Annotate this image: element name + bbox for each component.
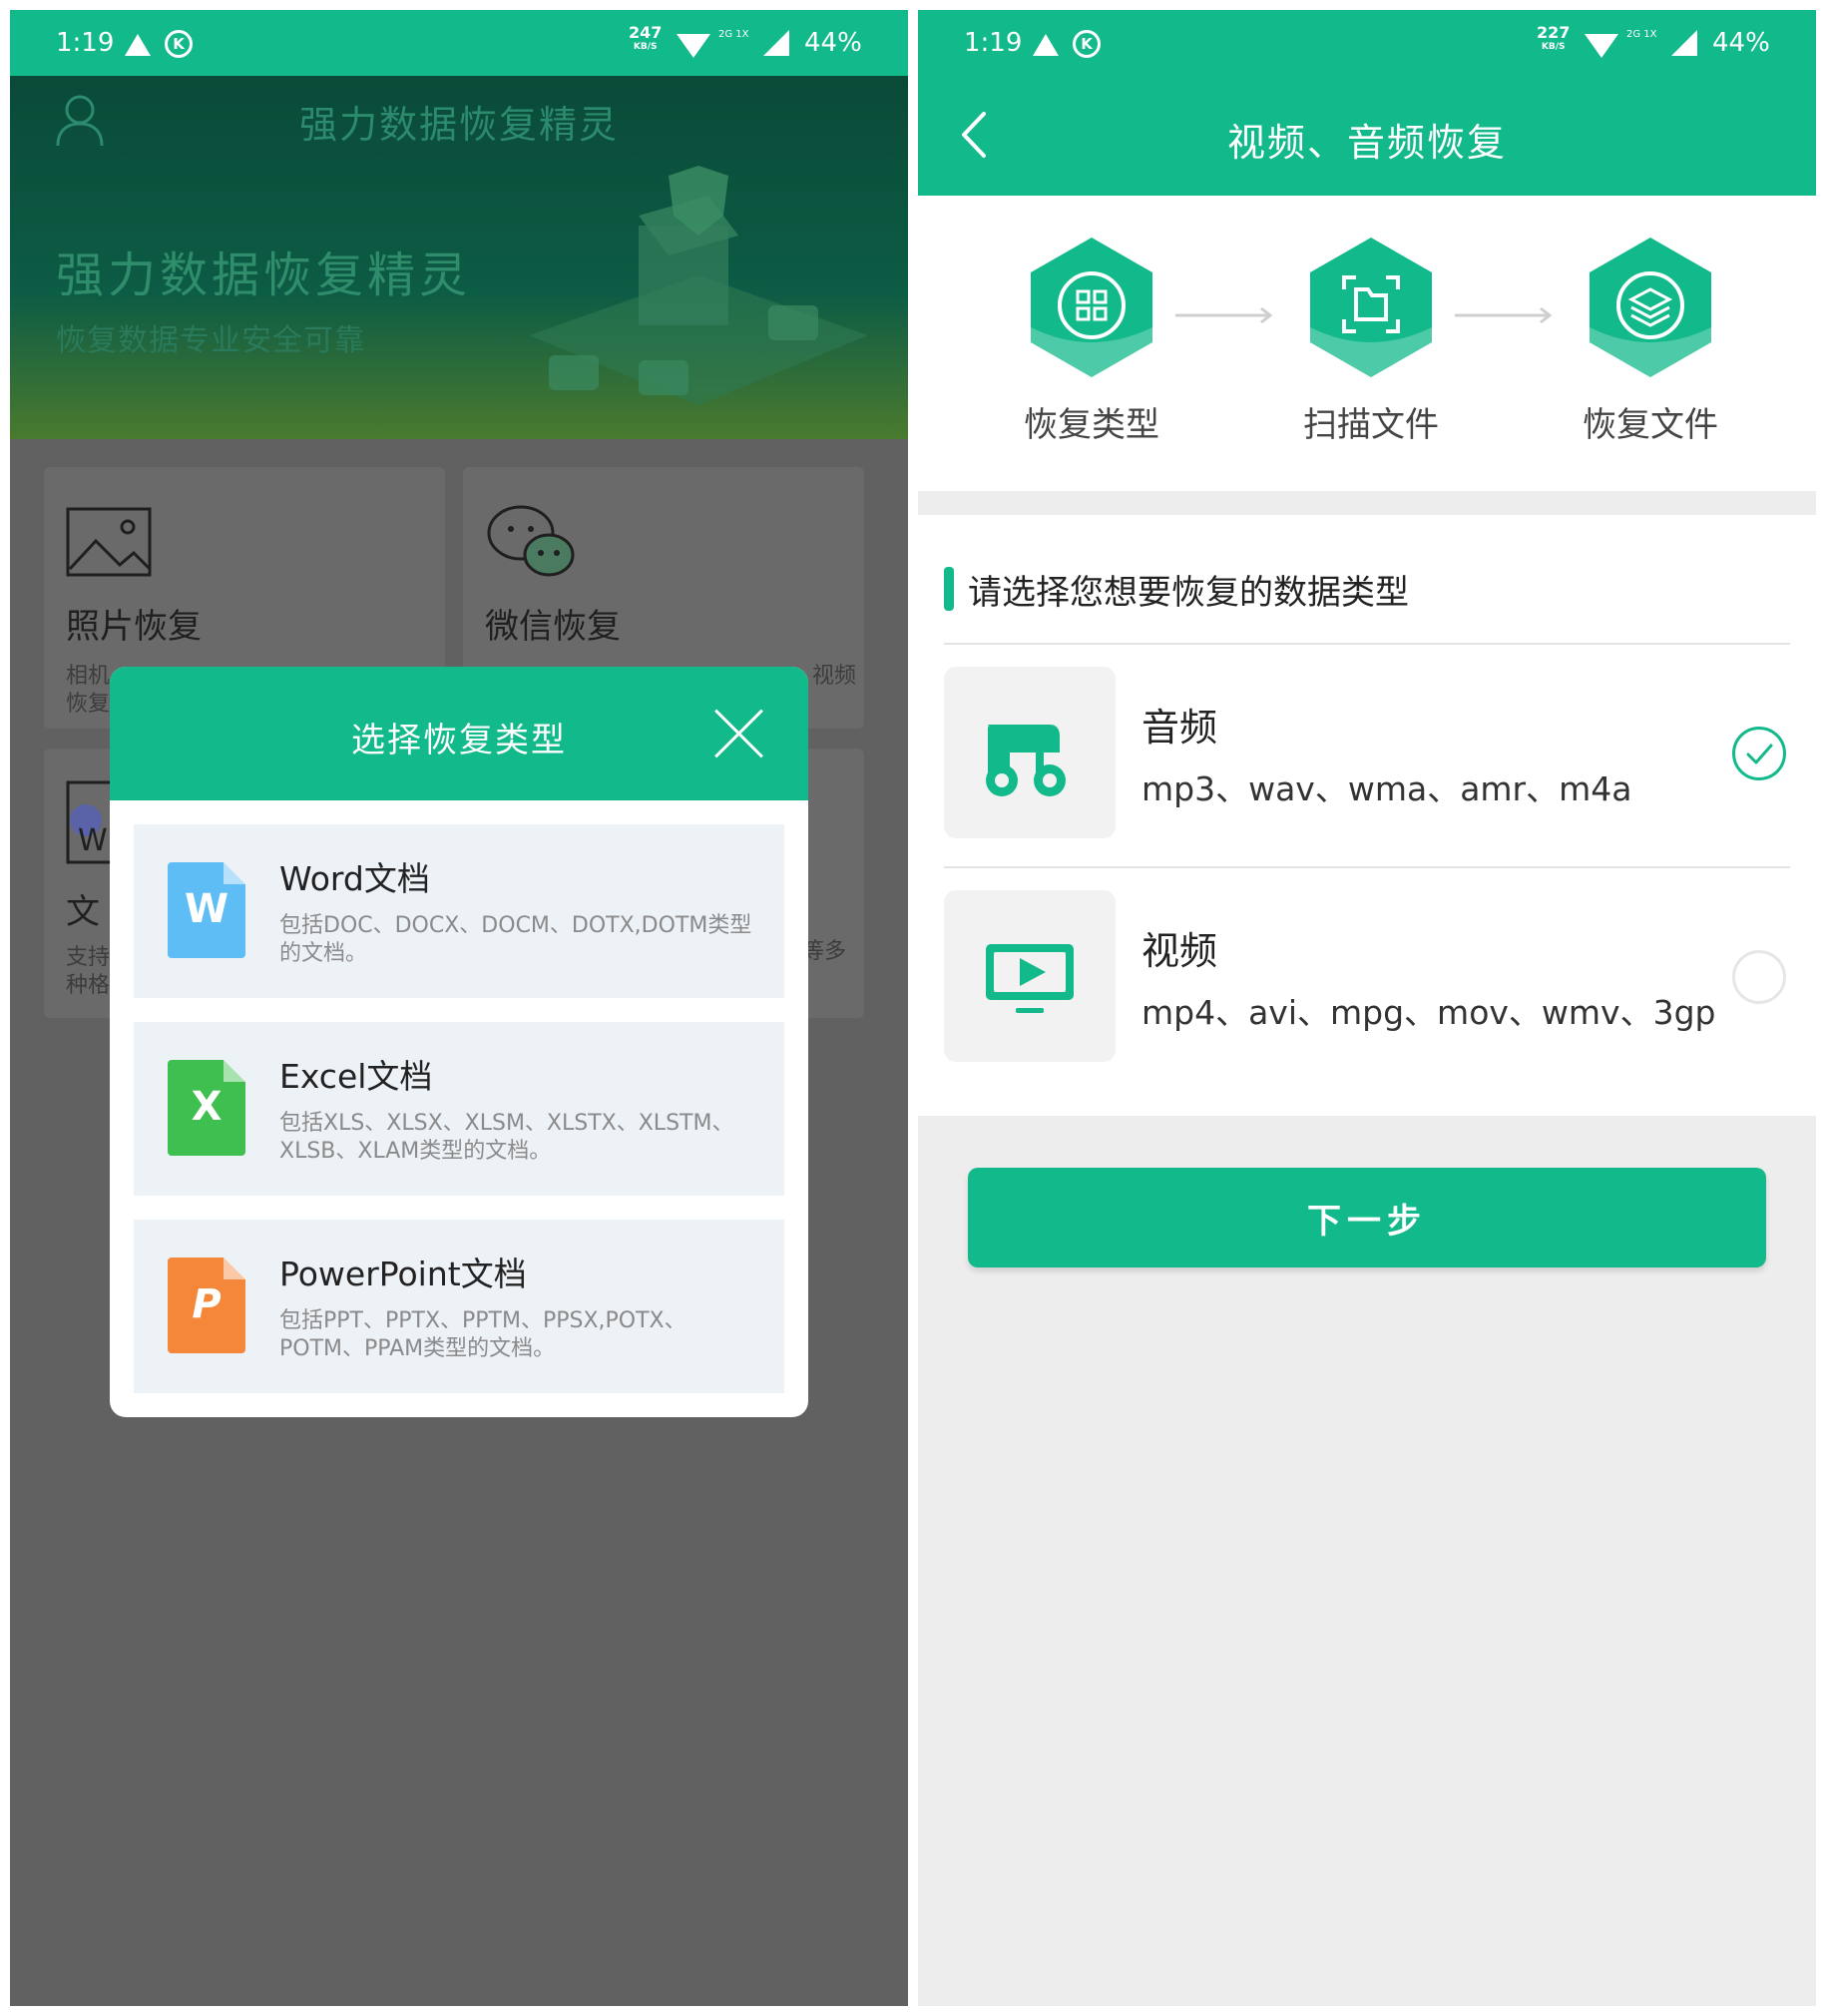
select-recovery-type-dialog: 选择恢复类型 W Word文档 包括DOC、DOCX、DOCM、DOTX,DOT…: [110, 667, 808, 1417]
option-formats: mp3、wav、wma、amr、m4a: [1141, 769, 1632, 808]
wechat-icon: [487, 505, 575, 577]
audio-thumb: [944, 667, 1116, 838]
alert-icon: [1033, 34, 1059, 56]
doc-type-name: Excel文档: [279, 1057, 433, 1096]
doc-type-word[interactable]: W Word文档 包括DOC、DOCX、DOCM、DOTX,DOTM类型的文档。: [134, 824, 784, 998]
shield-illustration: [529, 166, 868, 405]
k-icon: K: [165, 30, 193, 58]
hero-subtitle: 恢复数据专业安全可靠: [56, 323, 365, 358]
option-formats: mp4、avi、mpg、mov、wmv、3gp: [1141, 993, 1716, 1032]
doc-type-excel[interactable]: X Excel文档 包括XLS、XLSX、XLSM、XLSTX、XLSTM、XL…: [134, 1022, 784, 1196]
arrow-right-icon: [1175, 306, 1273, 324]
grid-icon: [1031, 238, 1152, 377]
net-speed: 247 KB/S: [629, 23, 663, 53]
dialog-header: 选择恢复类型: [110, 667, 808, 800]
option-video[interactable]: 视频 mp4、avi、mpg、mov、wmv、3gp: [944, 890, 1790, 1070]
card-title: 微信恢复: [485, 607, 621, 647]
doc-type-desc: 包括PPT、PPTX、PPTM、PPSX,POTX、POTM、PPAM类型的文档…: [279, 1308, 686, 1361]
powerpoint-file-icon: P: [168, 1258, 245, 1353]
music-icon: [986, 725, 1066, 796]
card-desc: 等多: [802, 939, 847, 964]
battery-level: 44%: [804, 28, 862, 58]
doc-type-desc: 包括DOC、DOCX、DOCM、DOTX,DOTM类型的文档。: [279, 913, 752, 966]
status-bar: 1:19 K 247 KB/S 2G 1X 44%: [10, 10, 908, 76]
step-label: 扫描文件: [1303, 405, 1439, 445]
divider: [944, 643, 1790, 645]
section-title: 请选择您想要恢复的数据类型: [968, 573, 1409, 613]
page-title: 视频、音频恢复: [1226, 121, 1507, 165]
doc-type-name: Word文档: [279, 859, 430, 898]
network-type: 2G 1X: [718, 29, 749, 40]
hero-title: 强力数据恢复精灵: [56, 248, 472, 303]
doc-type-name: PowerPoint文档: [279, 1255, 527, 1293]
divider: [944, 866, 1790, 868]
network-type: 2G 1X: [1626, 29, 1657, 40]
step-scan-files: 扫描文件: [1301, 238, 1441, 445]
dialog-title: 选择恢复类型: [351, 721, 567, 760]
video-thumb: [944, 890, 1116, 1062]
card-title: 文: [66, 892, 100, 932]
radio-unchecked-icon[interactable]: [1732, 950, 1786, 1004]
layers-icon: [1590, 238, 1711, 377]
option-audio[interactable]: 音频 mp3、wav、wma、amr、m4a: [944, 667, 1790, 846]
alert-icon: [125, 34, 151, 56]
audio-video-recovery-screen: 1:19 K 227 KB/S 2G 1X 44% 视频、音频恢复 恢复类型 扫…: [918, 10, 1816, 2006]
app-title: 强力数据恢复精灵: [298, 103, 619, 147]
card-title: 照片恢复: [66, 607, 202, 647]
next-step-button[interactable]: 下一步: [968, 1168, 1766, 1267]
radio-checked-icon[interactable]: [1732, 727, 1786, 780]
status-bar: 1:19 K 227 KB/S 2G 1X 44%: [918, 10, 1816, 76]
arrow-right-icon: [1455, 306, 1553, 324]
screenshot-composite: 1:19 K 247 KB/S 2G 1X 44% 强力数据恢复精灵 强力数据恢复…: [0, 0, 1826, 2016]
wifi-icon: [1585, 34, 1618, 58]
status-time: 1:19: [964, 28, 1023, 58]
step-recovery-type: 恢复类型: [1022, 238, 1161, 445]
step-recover-files: 恢复文件: [1581, 238, 1720, 445]
card-desc: 视频: [812, 664, 857, 689]
close-icon[interactable]: [712, 707, 766, 760]
monitor-play-icon: [986, 944, 1074, 1013]
hero-banner: 强力数据恢复精灵 强力数据恢复精灵 恢复数据专业安全可靠: [10, 76, 908, 439]
option-title: 视频: [1141, 929, 1218, 973]
step-label: 恢复文件: [1583, 405, 1718, 445]
option-title: 音频: [1141, 706, 1218, 750]
image-icon: [66, 507, 152, 577]
word-file-icon: W: [168, 862, 245, 958]
step-label: 恢复类型: [1024, 405, 1159, 445]
scan-icon: [1310, 238, 1432, 377]
section-accent-bar: [944, 567, 954, 611]
status-time: 1:19: [56, 28, 115, 58]
svg-text:W: W: [78, 823, 108, 858]
battery-level: 44%: [1712, 28, 1770, 58]
doc-type-powerpoint[interactable]: P PowerPoint文档 包括PPT、PPTX、PPTM、PPSX,POTX…: [134, 1220, 784, 1393]
card-desc: 相机 恢复: [66, 664, 111, 717]
card-desc: 支持 种格: [66, 945, 111, 998]
k-icon: K: [1073, 30, 1101, 58]
excel-file-icon: X: [168, 1060, 245, 1156]
top-app-bar: 视频、音频恢复: [918, 76, 1816, 196]
home-screen-with-dialog: 1:19 K 247 KB/S 2G 1X 44% 强力数据恢复精灵 强力数据恢复…: [10, 10, 908, 2006]
net-speed: 227 KB/S: [1537, 23, 1571, 53]
signal-icon: [763, 30, 789, 56]
signal-icon: [1671, 30, 1697, 56]
doc-type-desc: 包括XLS、XLSX、XLSM、XLSTX、XLSTM、XLSB、XLAM类型的…: [279, 1111, 734, 1164]
data-type-panel: 请选择您想要恢复的数据类型 音频 mp3、wav、wma、amr、m4a 视频 …: [918, 515, 1816, 1116]
wifi-icon: [677, 34, 710, 58]
step-indicator: 恢复类型 扫描文件 恢复文件: [918, 196, 1816, 491]
